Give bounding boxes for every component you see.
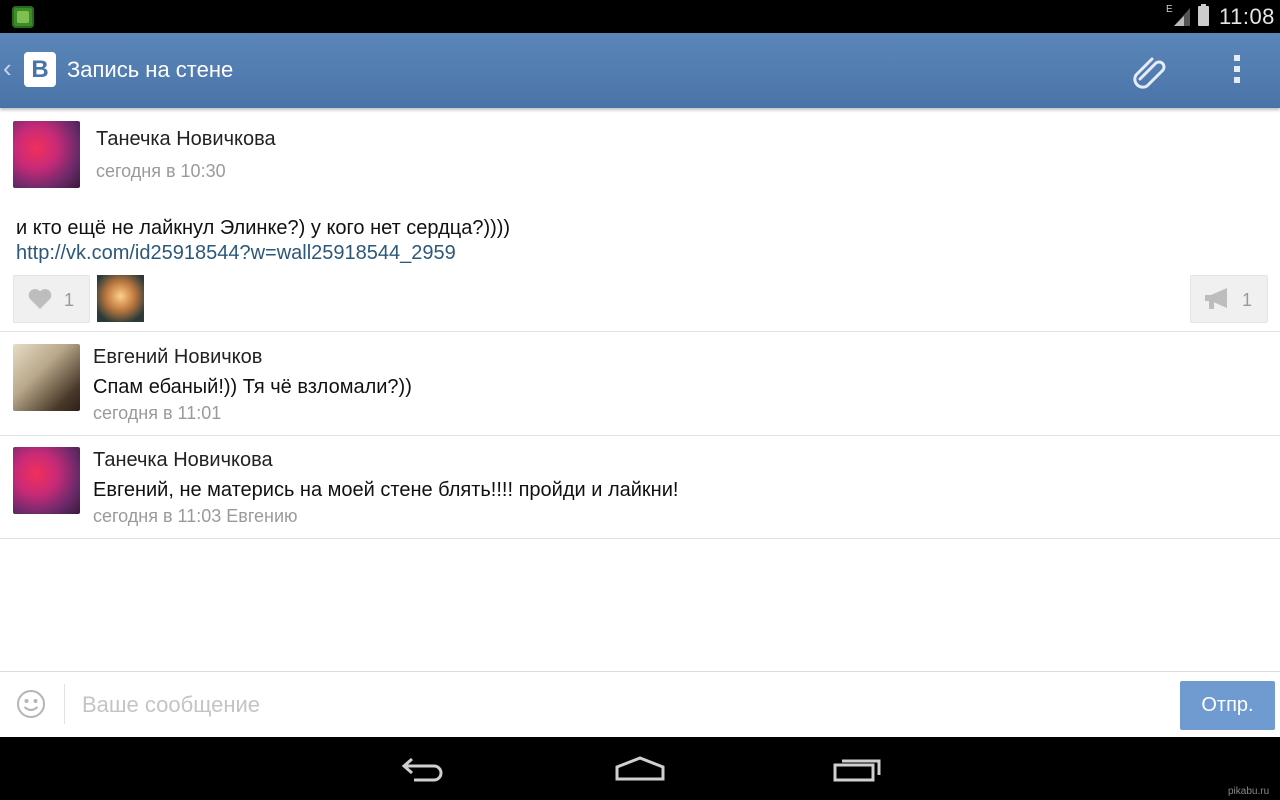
- battery-icon: [1198, 4, 1209, 26]
- comment-timestamp: сегодня в 11:01: [93, 403, 222, 423]
- status-bar: E 11:08: [0, 0, 1280, 33]
- post-author-avatar[interactable]: [13, 121, 80, 188]
- post-author-name[interactable]: Танечка Новичкова: [96, 128, 276, 151]
- composer-separator: [64, 684, 65, 724]
- send-button[interactable]: Отпр.: [1180, 681, 1275, 730]
- heart-icon: [28, 289, 52, 309]
- megaphone-icon: [1205, 288, 1227, 309]
- comment-author-avatar[interactable]: [13, 344, 80, 411]
- comment-author-name[interactable]: Танечка Новичкова: [93, 449, 273, 472]
- comment-timestamp: сегодня в 11:03 Евгению: [93, 506, 298, 526]
- post-timestamp: сегодня в 10:30: [96, 161, 226, 181]
- paperclip-icon[interactable]: [1132, 53, 1172, 89]
- comment-author-avatar[interactable]: [13, 447, 80, 514]
- app-icon: [12, 6, 34, 28]
- nav-recents-icon[interactable]: [832, 755, 882, 783]
- smiley-icon[interactable]: [16, 689, 46, 719]
- like-count: 1: [64, 290, 75, 310]
- comment-text: Евгений, не матерись на моей стене блять…: [93, 479, 679, 501]
- watermark: pikabu.ru: [1228, 786, 1270, 797]
- nav-back-icon[interactable]: [400, 755, 448, 783]
- message-composer: Отпр.: [0, 671, 1280, 738]
- divider: [0, 435, 1280, 436]
- app-header: ‹ B Запись на стене: [0, 33, 1280, 108]
- divider: [0, 538, 1280, 539]
- back-icon[interactable]: ‹: [3, 55, 12, 81]
- signal-icon: [1174, 8, 1190, 26]
- like-button[interactable]: 1: [13, 275, 90, 323]
- post-text: и кто ещё не лайкнул Элинке?) у кого нет…: [16, 217, 511, 239]
- vk-logo[interactable]: B: [24, 52, 56, 87]
- share-count: 1: [1242, 290, 1253, 310]
- message-input[interactable]: [80, 682, 1164, 728]
- divider: [0, 331, 1280, 332]
- comment-author-name[interactable]: Евгений Новичков: [93, 346, 262, 369]
- nav-home-icon[interactable]: [614, 755, 666, 783]
- more-vert-icon[interactable]: [1234, 55, 1240, 85]
- comment-text: Спам ебаный!)) Тя чё взломали?)): [93, 376, 412, 398]
- share-button[interactable]: 1: [1190, 275, 1268, 323]
- navigation-bar: [0, 737, 1280, 800]
- page-title: Запись на стене: [67, 57, 234, 82]
- status-clock: 11:08: [1219, 4, 1275, 29]
- post-link[interactable]: http://vk.com/id25918544?w=wall25918544_…: [16, 242, 456, 265]
- liker-avatar[interactable]: [97, 275, 144, 322]
